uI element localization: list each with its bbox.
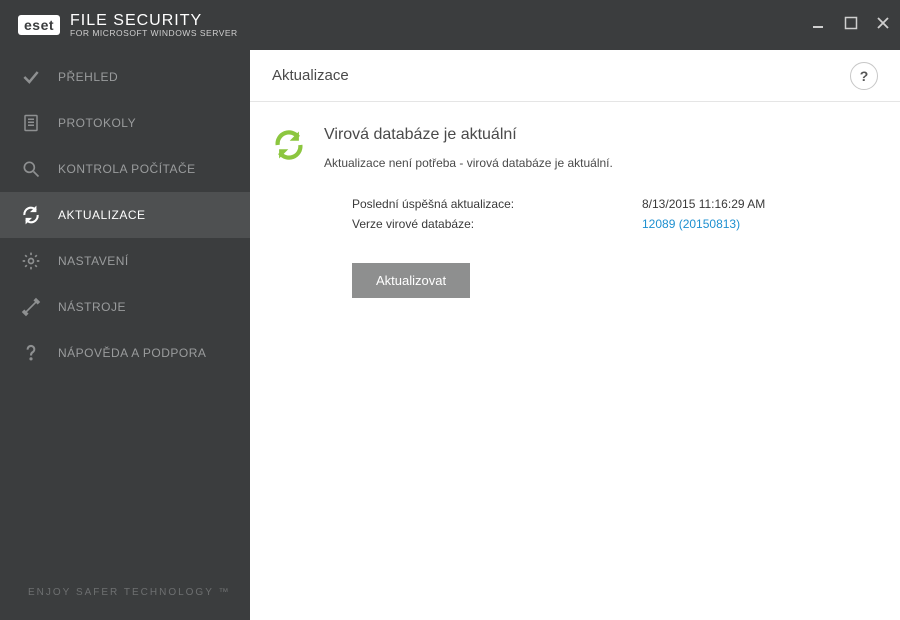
sidebar-item-label: NÁSTROJE [58,300,126,314]
app-subtitle: FOR MICROSOFT WINDOWS SERVER [70,29,238,38]
window-controls [812,16,890,34]
sidebar-item-overview[interactable]: PŘEHLED [0,54,250,100]
sidebar-item-label: PŘEHLED [58,70,118,84]
tools-icon [20,296,42,318]
sidebar-item-tools[interactable]: NÁSTROJE [0,284,250,330]
brand-logo: eset [18,15,60,35]
last-update-row: Poslední úspěšná aktualizace: 8/13/2015 … [352,194,878,214]
content-pane: Aktualizace ? Virová databáze je aktuáln… [250,50,900,620]
sidebar-item-scan[interactable]: KONTROLA POČÍTAČE [0,146,250,192]
update-button[interactable]: Aktualizovat [352,263,470,298]
db-version-label: Verze virové databáze: [352,214,642,234]
search-icon [20,158,42,180]
status-row: Virová databáze je aktuální Aktualizace … [272,126,878,170]
sidebar-item-label: AKTUALIZACE [58,208,146,222]
maximize-button[interactable] [844,16,858,34]
help-button[interactable]: ? [850,62,878,90]
db-version-row: Verze virové databáze: 12089 (20150813) [352,214,878,234]
content-body: Virová databáze je aktuální Aktualizace … [250,102,900,322]
app-title: FILE SECURITY [70,12,238,30]
sidebar-item-label: KONTROLA POČÍTAČE [58,162,196,176]
sidebar: PŘEHLED PROTOKOLY KONTROLA POČÍTAČE AKTU… [0,50,250,620]
gear-icon [20,250,42,272]
sidebar-footer-tagline: ENJOY SAFER TECHNOLOGY ™ [0,587,250,620]
page-title: Aktualizace [272,67,349,84]
last-update-label: Poslední úspěšná aktualizace: [352,194,642,214]
status-title: Virová databáze je aktuální [324,126,613,144]
check-icon [20,66,42,88]
details-block: Poslední úspěšná aktualizace: 8/13/2015 … [352,194,878,235]
content-header: Aktualizace ? [250,50,900,102]
document-icon [20,112,42,134]
sidebar-nav: PŘEHLED PROTOKOLY KONTROLA POČÍTAČE AKTU… [0,50,250,376]
minimize-button[interactable] [812,16,826,34]
title-bar: eset FILE SECURITY FOR MICROSOFT WINDOWS… [0,0,900,50]
sidebar-item-help[interactable]: NÁPOVĚDA A PODPORA [0,330,250,376]
sidebar-item-label: PROTOKOLY [58,116,136,130]
status-refresh-icon [272,128,306,162]
refresh-icon [20,204,42,226]
last-update-value: 8/13/2015 11:16:29 AM [642,194,765,214]
sidebar-item-logs[interactable]: PROTOKOLY [0,100,250,146]
sidebar-item-settings[interactable]: NASTAVENÍ [0,238,250,284]
question-icon [20,342,42,364]
sidebar-item-label: NASTAVENÍ [58,254,129,268]
title-block: FILE SECURITY FOR MICROSOFT WINDOWS SERV… [70,12,238,39]
sidebar-item-update[interactable]: AKTUALIZACE [0,192,250,238]
sidebar-item-label: NÁPOVĚDA A PODPORA [58,346,206,360]
status-text: Virová databáze je aktuální Aktualizace … [324,126,613,170]
close-button[interactable] [876,16,890,34]
db-version-link[interactable]: 12089 (20150813) [642,214,740,234]
status-description: Aktualizace není potřeba - virová databá… [324,156,613,170]
